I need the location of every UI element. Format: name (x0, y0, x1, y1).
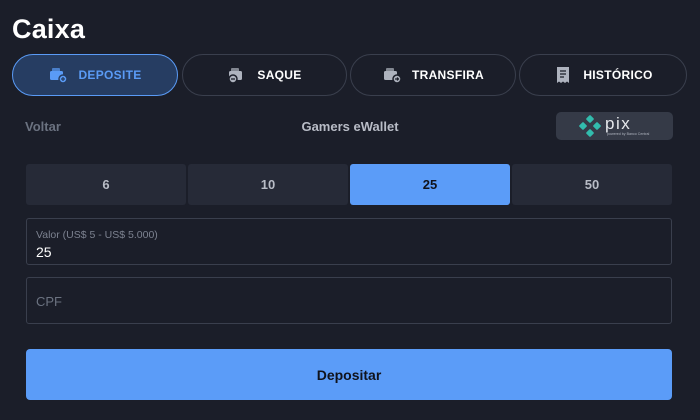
tab-transfer[interactable]: TRANSFIRA (350, 54, 516, 96)
value-field[interactable]: Valor (US$ 5 - US$ 5.000) 25 (26, 218, 672, 265)
tab-transfer-label: TRANSFIRA (411, 68, 485, 82)
back-link[interactable]: Voltar (25, 119, 61, 134)
amount-option[interactable]: 6 (26, 164, 186, 205)
deposit-button[interactable]: Depositar (26, 349, 672, 400)
page-title: Caixa (12, 14, 86, 44)
tab-history-label: HISTÓRICO (583, 68, 653, 82)
pix-logo: pix powered by Banco Central (556, 112, 673, 140)
pix-tagline: powered by Banco Central (607, 132, 650, 136)
cashier-tabs: DEPOSITE SAQUE TRANSFIRA HISTÓRICO (12, 54, 687, 96)
amount-options: 6 10 25 50 (26, 164, 672, 205)
amount-option[interactable]: 50 (512, 164, 672, 205)
tab-history[interactable]: HISTÓRICO (519, 54, 687, 96)
tab-withdraw[interactable]: SAQUE (182, 54, 347, 96)
wallet-icon (48, 66, 69, 84)
pix-wordmark: pix (605, 114, 631, 133)
tab-deposit[interactable]: DEPOSITE (12, 54, 178, 96)
cashier-panel: Caixa DEPOSITE SAQUE TRANSFIRA HISTÓRICO… (0, 0, 700, 420)
value-field-label: Valor (US$ 5 - US$ 5.000) (36, 229, 158, 241)
amount-option-selected[interactable]: 25 (350, 164, 510, 205)
cpf-field-placeholder[interactable]: CPF (36, 294, 62, 309)
wallet-withdraw-icon (227, 66, 247, 84)
value-field-input[interactable]: 25 (36, 244, 52, 260)
receipt-icon (553, 66, 573, 84)
tab-deposit-label: DEPOSITE (78, 68, 142, 82)
amount-option[interactable]: 10 (188, 164, 348, 205)
cpf-field[interactable]: CPF (26, 277, 672, 324)
tab-withdraw-label: SAQUE (257, 68, 302, 82)
provider-name: Gamers eWallet (301, 119, 399, 134)
transfer-icon (382, 66, 402, 84)
